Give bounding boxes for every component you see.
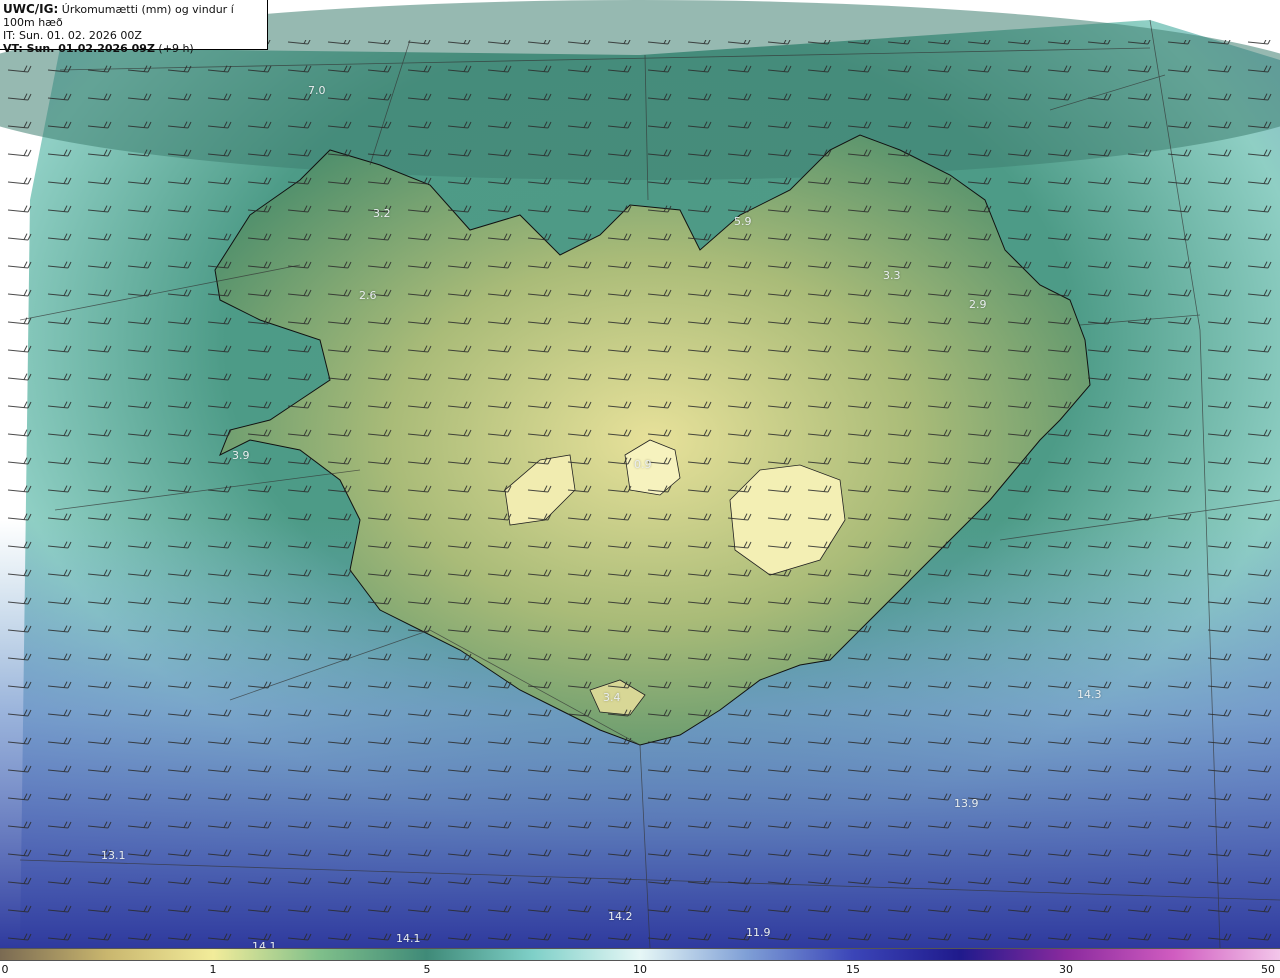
colorbar-tick: 15: [846, 963, 860, 976]
forecast-map: UWC/IG: Úrkomumætti (mm) og vindur í 100…: [0, 0, 1280, 948]
colorbar-tick: 30: [1059, 963, 1073, 976]
colorbar-tick: 50: [1261, 963, 1275, 976]
colorbar-tick: 10: [633, 963, 647, 976]
value-label: 11.9: [746, 926, 771, 939]
value-label: 3.4: [603, 691, 621, 704]
map-info-box: UWC/IG: Úrkomumætti (mm) og vindur í 100…: [0, 0, 268, 55]
value-label: 3.9: [232, 449, 250, 462]
value-label: 13.9: [954, 797, 979, 810]
value-label: 3.2: [373, 207, 391, 220]
value-label: 14.2: [608, 910, 633, 923]
valid-time: VT: Sun. 01.02.2026 09Z: [3, 42, 155, 55]
colorbar-tick: 5: [423, 963, 431, 976]
valid-time-line: VT: Sun. 01.02.2026 09Z (+9 h): [3, 42, 267, 55]
wind-barb-field: [0, 40, 1280, 948]
value-label: 3.3: [883, 269, 901, 282]
valid-time-offset: (+9 h): [154, 42, 194, 55]
model-name: UWC/IG:: [3, 2, 59, 16]
value-label: 7.0: [308, 84, 326, 97]
value-label: 2.6: [359, 289, 377, 302]
value-label: 14.1: [252, 940, 277, 948]
value-label: 5.9: [734, 215, 752, 228]
colorbar-tick: 0: [1, 963, 9, 976]
value-label: 13.1: [101, 849, 126, 862]
value-label: 2.9: [969, 298, 987, 311]
info-title-line: UWC/IG: Úrkomumætti (mm) og vindur í 100…: [3, 2, 267, 30]
colorbar: 0 1 5 10 15 30 50: [0, 948, 1280, 978]
colorbar-gradient: [0, 948, 1280, 961]
value-label: 14.3: [1077, 688, 1102, 701]
colorbar-tick: 1: [209, 963, 217, 976]
map-svg: [0, 0, 1280, 948]
initial-time: IT: Sun. 01. 02. 2026 00Z: [3, 29, 142, 42]
value-label: 14.1: [396, 932, 421, 945]
value-label: 0.9: [634, 458, 652, 471]
